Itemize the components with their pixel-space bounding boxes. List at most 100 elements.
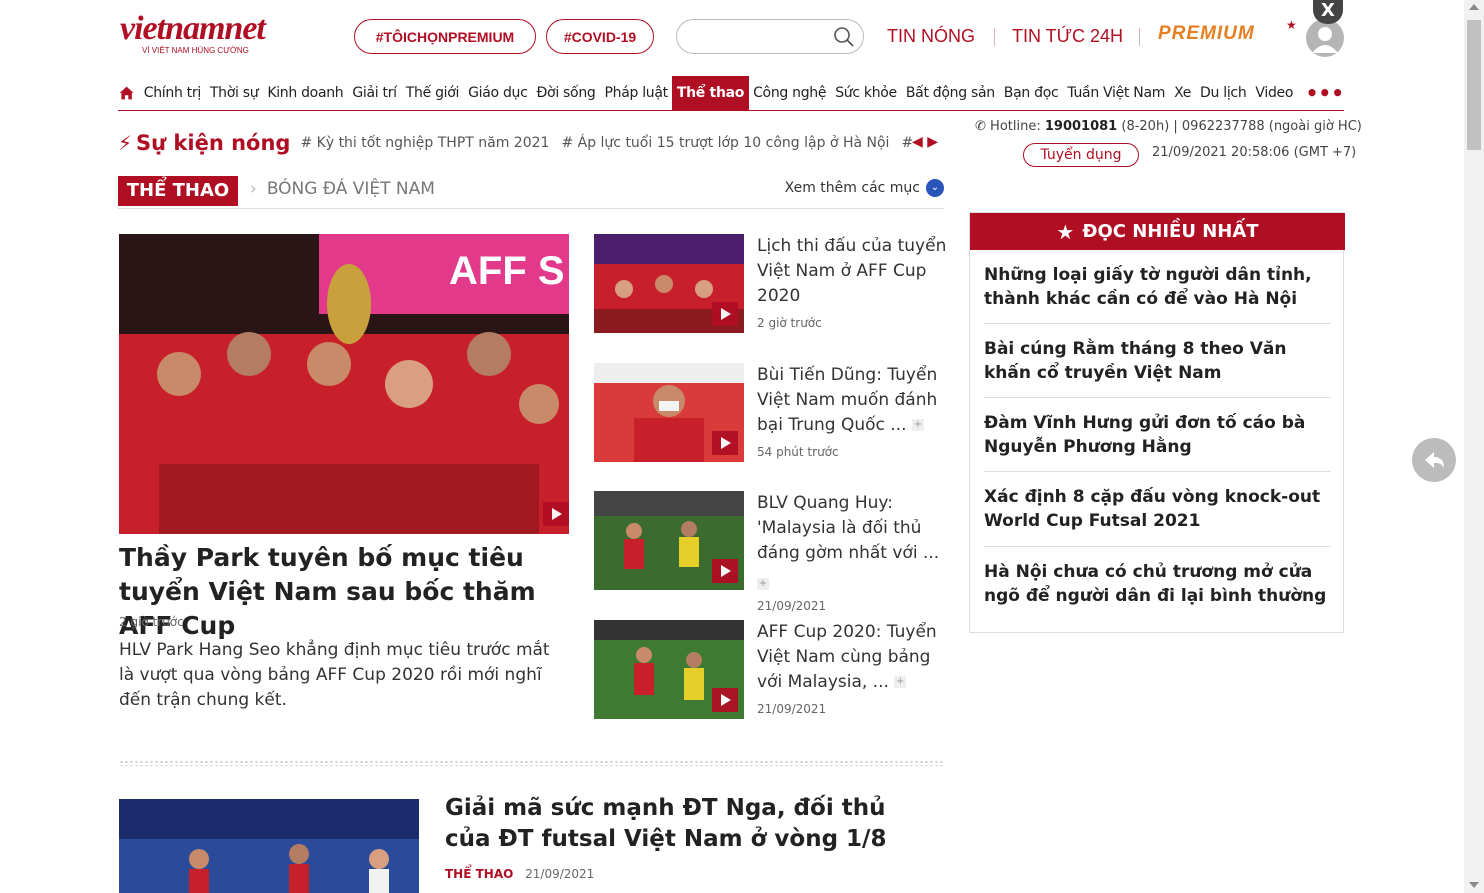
side-article-title[interactable]: Lịch thi đấu của tuyển Việt Nam ở AFF Cu… [757, 234, 947, 309]
tag-covid-button[interactable]: #COVID-19 [546, 19, 654, 54]
most-read-title: ĐỌC NHIỀU NHẤT [1082, 221, 1259, 242]
hot-tag[interactable]: # Áp lực tuổi 15 trượt lớp 10 công lập ở… [561, 135, 889, 151]
nav-item[interactable]: Xe [1170, 76, 1196, 110]
side-article-time: 21/09/2021 [757, 599, 827, 613]
feature-summary: HLV Park Hang Seo khẳng định mục tiêu tr… [119, 640, 550, 710]
video-play-icon[interactable] [712, 688, 738, 712]
close-button[interactable]: X [1313, 0, 1343, 24]
star-icon: ★ [1286, 18, 1297, 32]
nav-item[interactable]: Sức khỏe [831, 76, 902, 110]
hot-tag[interactable]: # Kỳ thi tốt nghiệp THPT năm 2021 [300, 135, 549, 151]
home-icon[interactable] [118, 78, 135, 108]
bottom-article-title[interactable]: Giải mã sức mạnh ĐT Nga, đối thủ của ĐT … [445, 793, 925, 855]
divider [1139, 28, 1140, 46]
nav-item[interactable]: Tuần Việt Nam [1063, 76, 1170, 110]
premium-link[interactable]: PREMIUM [1158, 23, 1255, 45]
nav-item[interactable]: Video [1251, 76, 1298, 110]
nav-item[interactable]: Giáo dục [464, 76, 532, 110]
nav-item[interactable]: Công nghệ [749, 76, 831, 110]
hotline-number[interactable]: 19001081 [1045, 119, 1117, 134]
nav-item[interactable]: Thế giới [401, 76, 463, 110]
nav-item[interactable]: Bất động sản [901, 76, 999, 110]
side-article-title-text: Bùi Tiến Dũng: Tuyển Việt Nam muốn đánh … [757, 365, 938, 435]
side-article-title[interactable]: BLV Quang Huy: 'Malaysia là đối thủ đáng… [757, 491, 947, 566]
news-24h-link[interactable]: TIN TỨC 24H [1012, 26, 1123, 47]
chevron-down-icon: ⌄ [926, 179, 944, 197]
site-logo[interactable]: vietnamnet VÌ VIỆT NAM HÙNG CƯỜNG [120, 10, 270, 68]
subsection-label: BÓNG ĐÁ VIỆT NAM [266, 179, 435, 199]
video-play-icon[interactable] [712, 559, 738, 583]
hot-news-link[interactable]: TIN NÓNG [887, 26, 975, 47]
nav-item[interactable]: Chính trị [139, 76, 205, 110]
tag-premium-button[interactable]: #TÔICHỌNPREMIUM [354, 19, 536, 54]
nav-item[interactable]: Thời sự [205, 76, 262, 110]
nav-item[interactable]: Thể thao [672, 75, 749, 110]
most-read-box: ★ ĐỌC NHIỀU NHẤT Những loại giấy tờ ngườ… [969, 212, 1345, 633]
more-menu-button[interactable]: ••• [1298, 78, 1344, 108]
side-article-title[interactable]: AFF Cup 2020: Tuyển Việt Nam cùng bảng v… [757, 620, 947, 695]
scroll-thumb[interactable] [1467, 20, 1481, 150]
nav-item[interactable]: Kinh doanh [263, 76, 348, 110]
hotline-detail: (8-20h) | 0962237788 (ngoài giờ HC) [1121, 119, 1362, 134]
recruit-button[interactable]: Tuyển dụng [1023, 143, 1139, 167]
lightning-icon: ⚡ [118, 131, 133, 155]
most-read-item[interactable]: Hà Nội chưa có chủ trương mở cửa ngõ để … [984, 560, 1331, 608]
scroll-down-icon[interactable] [1469, 882, 1479, 888]
article-photo [119, 799, 419, 893]
hotline: ✆ Hotline: 19001081 (8-20h) | 0962237788… [975, 119, 1362, 134]
most-read-header: ★ ĐỌC NHIỀU NHẤT [970, 213, 1345, 250]
scroll-up-icon[interactable] [1469, 4, 1479, 10]
hot-arrows: ◀ ▶ [912, 134, 938, 150]
back-button[interactable] [1412, 438, 1456, 482]
divider [984, 546, 1331, 547]
nav-items: Chính trị Thời sự Kinh doanh Giải trí Thế gi… [139, 75, 1298, 110]
side-article-image[interactable] [594, 491, 744, 590]
nav-item[interactable]: Giải trí [348, 76, 401, 110]
side-article-time: 21/09/2021 [757, 702, 827, 716]
most-read-item[interactable]: Đàm Vĩnh Hưng gửi đơn tố cáo bà Nguyễn P… [984, 411, 1331, 459]
chevron-right-icon: › [250, 179, 257, 199]
nav-item[interactable]: Đời sống [532, 76, 600, 110]
video-play-icon[interactable] [712, 302, 738, 326]
hot-events-bar: ⚡ Sự kiện nóng # Kỳ thi tốt nghiệp THPT … [118, 125, 925, 161]
feature-photo: AFF S [119, 234, 569, 534]
side-article-time: 2 giờ trước [757, 316, 822, 330]
scrollbar[interactable] [1464, 0, 1484, 893]
expand-icon[interactable]: + [911, 419, 924, 431]
nav-item[interactable]: Pháp luật [600, 76, 672, 110]
user-avatar[interactable] [1306, 19, 1344, 57]
most-read-item[interactable]: Bài cúng Rằm tháng 8 theo Văn khấn cổ tr… [984, 337, 1331, 385]
side-article-time: 54 phút trước [757, 445, 839, 459]
most-read-item[interactable]: Xác định 8 cặp đấu vòng knock-out World … [984, 485, 1331, 533]
search-box[interactable] [676, 19, 864, 54]
phone-icon: ✆ [975, 119, 986, 134]
side-article-image[interactable] [594, 620, 744, 719]
nav-item[interactable]: Du lịch [1196, 76, 1251, 110]
article-category[interactable]: THỂ THAO [445, 867, 513, 881]
next-arrow-icon[interactable]: ▶ [927, 134, 938, 150]
feature-image[interactable]: AFF S [119, 234, 569, 534]
video-play-icon[interactable] [543, 502, 569, 526]
bottom-article-image[interactable] [119, 799, 419, 893]
more-sections-button[interactable]: Xem thêm các mục ⌄ [785, 179, 944, 197]
prev-arrow-icon[interactable]: ◀ [912, 134, 923, 150]
side-article-title-text: AFF Cup 2020: Tuyển Việt Nam cùng bảng v… [757, 622, 937, 692]
feature-headline[interactable]: Thầy Park tuyên bố mục tiêu tuyển Việt N… [119, 541, 569, 643]
expand-icon[interactable]: + [894, 676, 907, 688]
logo-wordmark: vietnamnet [120, 10, 266, 47]
search-input[interactable] [689, 20, 839, 53]
divider [984, 323, 1331, 324]
section-title[interactable]: THỂ THAO [118, 176, 238, 206]
nav-item[interactable]: Bạn đọc [999, 76, 1063, 110]
subsection-link[interactable]: › BÓNG ĐÁ VIỆT NAM [250, 179, 435, 199]
star-icon: ★ [1056, 219, 1075, 244]
side-article-image[interactable] [594, 363, 744, 462]
divider [994, 28, 995, 46]
side-article-title[interactable]: Bùi Tiến Dũng: Tuyển Việt Nam muốn đánh … [757, 363, 947, 438]
most-read-item[interactable]: Những loại giấy tờ người dân tỉnh, thành… [984, 263, 1331, 311]
search-icon[interactable] [833, 26, 855, 48]
divider [984, 397, 1331, 398]
side-article-image[interactable] [594, 234, 744, 333]
expand-icon[interactable]: + [757, 573, 769, 592]
camera-icon[interactable] [712, 431, 738, 455]
